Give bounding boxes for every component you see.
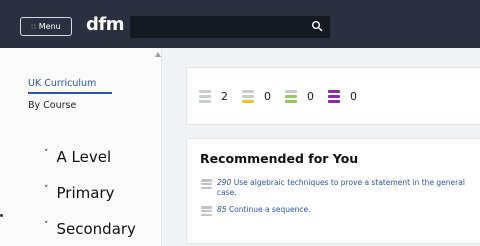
recommended-item-number: 290 [217, 178, 232, 187]
bars-icon [201, 206, 212, 216]
stat-yellow: 0 [242, 90, 271, 103]
sidebar-item-label: Secondary [56, 220, 136, 238]
menu-label: Menu [38, 22, 61, 31]
search-input[interactable] [130, 16, 330, 38]
recommended-title: Recommended for You [200, 151, 359, 166]
chevron-down-icon: ˅ [44, 221, 49, 231]
sidebar-item-a-level[interactable]: ˅ A Level [44, 148, 111, 166]
stat-grey: 2 [199, 90, 228, 103]
recommended-card: Recommended for You 290 Use algebraic te… [186, 138, 480, 244]
bars-icon [328, 90, 340, 103]
stat-value: 0 [307, 90, 314, 103]
bars-icon [285, 90, 297, 103]
bars-icon [242, 90, 254, 103]
recommended-item[interactable]: 290 Use algebraic techniques to prove a … [201, 178, 472, 197]
chevron-down-icon: ˅ [44, 185, 49, 195]
recommended-item-text: Continue a sequence. [228, 205, 311, 214]
recommended-item-text: Use algebraic techniques to prove a stat… [217, 178, 465, 197]
stat-value: 2 [221, 90, 228, 103]
chevron-down-icon: ˅ [44, 149, 49, 159]
sidebar-item-label: Primary [56, 184, 115, 202]
bars-icon [201, 179, 212, 189]
sidebar-item-label: A Level [56, 148, 112, 166]
recommended-item-number: 85 [217, 205, 227, 214]
grid-dots-icon: ∷ [31, 22, 36, 31]
menu-button[interactable]: ∷ Menu [20, 17, 72, 36]
stat-purple: 0 [328, 90, 357, 103]
stat-value: 0 [350, 90, 357, 103]
stat-value: 0 [264, 90, 271, 103]
active-tab-indicator [28, 92, 112, 94]
dfm-logo[interactable]: dfm [86, 14, 124, 35]
recommended-item[interactable]: 85 Continue a sequence. [201, 205, 472, 216]
search-icon[interactable] [311, 20, 323, 32]
tab-by-course[interactable]: By Course [28, 100, 76, 111]
bars-icon [199, 90, 211, 103]
progress-stats-card: 2 0 0 0 [186, 67, 480, 125]
top-navigation-bar: ∷ Menu dfm [0, 0, 480, 48]
tab-uk-curriculum[interactable]: UK Curriculum [28, 78, 96, 89]
scroll-up-arrow-icon[interactable] [155, 52, 161, 57]
edge-marker [0, 214, 3, 217]
stat-green: 0 [285, 90, 314, 103]
sidebar-item-primary[interactable]: ˅ Primary [44, 184, 114, 202]
sidebar-item-secondary[interactable]: ˅ Secondary [44, 220, 136, 238]
